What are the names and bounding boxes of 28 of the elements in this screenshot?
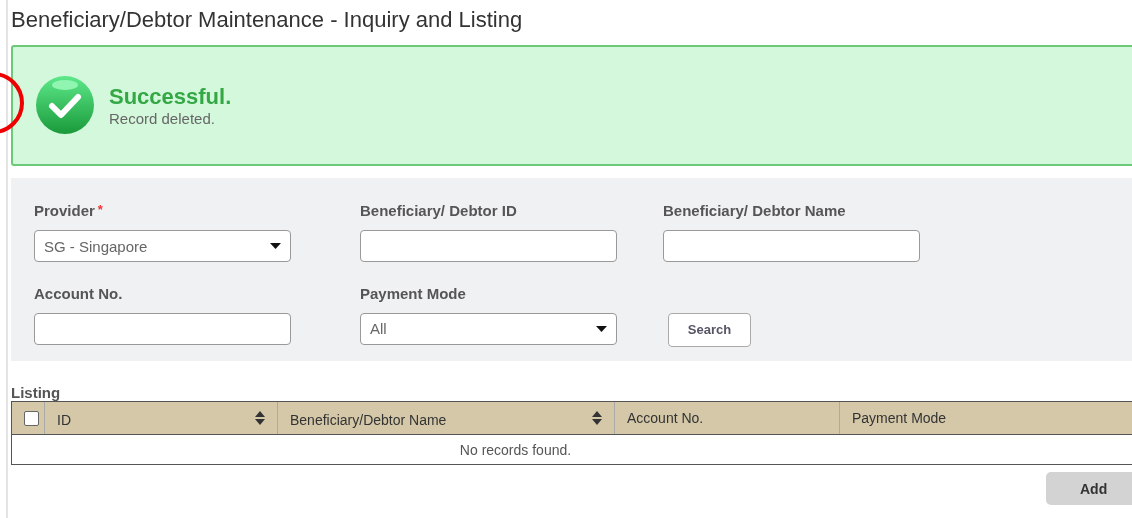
sort-icon <box>592 411 602 425</box>
required-mark: * <box>97 202 103 219</box>
field-label: Account No. <box>34 284 123 304</box>
empty-message: No records found. <box>458 440 573 460</box>
field-label: Payment Mode <box>360 284 466 304</box>
search-button[interactable]: Search <box>668 312 751 347</box>
sort-icon <box>255 411 265 425</box>
column-header[interactable]: ID <box>44 402 277 434</box>
select-all-checkbox[interactable] <box>24 410 39 426</box>
input-field[interactable] <box>663 230 920 262</box>
caret-icon <box>596 325 607 332</box>
field-label: Provider <box>34 202 95 221</box>
column-header: Account No. <box>614 402 839 434</box>
check-circle-icon <box>35 74 97 137</box>
column-header: Payment Mode <box>839 402 1132 434</box>
alert-message: Record deleted. <box>109 110 216 127</box>
column-header[interactable]: Beneficiary/Debtor Name <box>277 402 614 434</box>
alert-title: Successful. <box>109 84 232 110</box>
listing-label: Listing <box>11 384 62 401</box>
add-button[interactable]: Add <box>1046 472 1132 505</box>
dropdown[interactable]: All <box>360 312 617 345</box>
caret-icon <box>270 243 281 249</box>
dropdown[interactable]: SG - Singapore <box>34 230 291 262</box>
page-title: Beneficiary/Debtor Maintenance - Inquiry and Listing <box>11 6 524 34</box>
input-field[interactable] <box>360 230 617 262</box>
field-label: Beneficiary/ Debtor Name <box>663 202 846 221</box>
input-field[interactable] <box>34 312 291 345</box>
field-label: Beneficiary/ Debtor ID <box>360 202 517 221</box>
